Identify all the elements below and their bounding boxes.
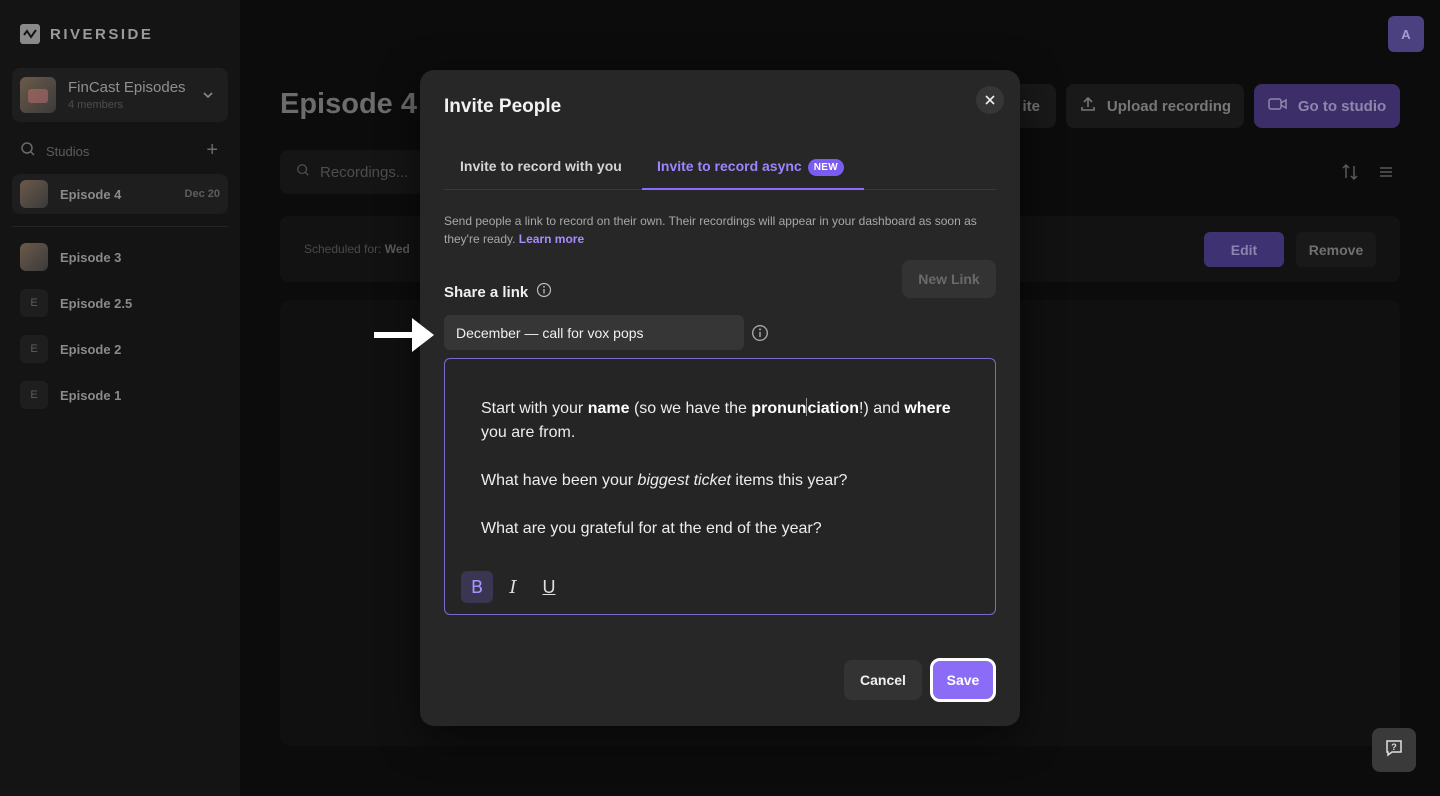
editor-text: !) and: [859, 400, 905, 417]
editor-text: Start with your: [481, 400, 588, 417]
episode-letter-avatar: E: [20, 289, 48, 317]
arrow-right-icon: [372, 312, 438, 363]
go-to-studio-label: Go to studio: [1297, 97, 1387, 115]
search-icon: [296, 163, 310, 181]
sidebar-item-label: Episode 3: [60, 249, 122, 265]
tab-label: Invite to record with you: [460, 158, 622, 174]
sidebar-item-episode-2[interactable]: E Episode 2: [12, 329, 228, 369]
info-icon[interactable]: [751, 324, 769, 347]
editor-bold-text: pronunciation: [751, 398, 859, 417]
recordings-search[interactable]: Recordings...: [280, 150, 440, 194]
scheduled-text: Scheduled for: Wed: [304, 242, 410, 256]
tab-record-async[interactable]: Invite to record async NEW: [657, 158, 844, 176]
editor-paragraph: Start with your name (so we have the pro…: [481, 397, 961, 445]
workspace-thumbnail: [20, 77, 56, 113]
riverside-logo-icon: [20, 24, 40, 44]
studios-header: Studios +: [20, 140, 220, 162]
sidebar-item-label: Episode 2.5: [60, 295, 133, 311]
editor-bold-part: pronun: [751, 400, 807, 417]
scheduled-value: Wed: [384, 242, 410, 256]
italic-button[interactable]: I: [497, 571, 529, 603]
new-badge: NEW: [807, 159, 844, 176]
workspace-switcher[interactable]: FinCast Episodes 4 members: [12, 68, 228, 122]
sidebar: RIVERSIDE FinCast Episodes 4 members Stu…: [0, 0, 240, 796]
upload-recording-button[interactable]: Upload recording: [1066, 84, 1244, 128]
search-icon[interactable]: [20, 141, 36, 162]
avatar[interactable]: A: [1388, 16, 1424, 52]
help-chat-icon: ?: [1384, 738, 1404, 763]
info-icon[interactable]: [536, 282, 552, 302]
scheduled-label: Scheduled for:: [304, 242, 382, 256]
invite-button-label: ite: [1022, 97, 1040, 115]
chevron-down-icon: [202, 88, 214, 106]
bold-button[interactable]: B: [461, 571, 493, 603]
sort-icon[interactable]: [1340, 162, 1360, 187]
active-tab-indicator: [642, 188, 864, 190]
episode-thumbnail: [20, 243, 48, 271]
message-editor[interactable]: Start with your name (so we have the pro…: [444, 358, 996, 615]
editor-paragraph: What are you grateful for at the end of …: [481, 517, 961, 541]
formatting-toolbar: B I U: [461, 571, 565, 603]
close-icon: [985, 92, 995, 108]
share-link-heading: Share a link: [444, 282, 552, 302]
learn-more-link[interactable]: Learn more: [519, 232, 584, 246]
modal-title: Invite People: [444, 96, 562, 117]
new-link-button[interactable]: New Link: [902, 260, 996, 298]
link-name-input[interactable]: December — call for vox pops: [444, 315, 744, 350]
upload-recording-label: Upload recording: [1106, 97, 1232, 115]
share-link-label: Share a link: [444, 283, 529, 301]
async-description: Send people a link to record on their ow…: [444, 212, 996, 248]
sidebar-item-episode-3[interactable]: Episode 3: [12, 237, 228, 277]
svg-text:?: ?: [1391, 742, 1397, 752]
sidebar-item-episode-4[interactable]: Episode 4 Dec 20: [12, 174, 228, 214]
list-view-icon[interactable]: [1378, 162, 1394, 187]
invite-tabs: Invite to record with you Invite to reco…: [444, 146, 996, 190]
add-studio-icon[interactable]: +: [206, 140, 218, 160]
upload-icon: [1079, 95, 1097, 117]
brand[interactable]: RIVERSIDE: [20, 24, 153, 44]
episode-letter-avatar: E: [20, 335, 48, 363]
sidebar-item-episode-2-5[interactable]: E Episode 2.5: [12, 283, 228, 323]
editor-text: What are you grateful for at the end of …: [481, 520, 822, 537]
editor-bold-part: ciation: [807, 400, 859, 417]
editor-bold-text: name: [587, 400, 630, 417]
sidebar-item-label: Episode 1: [60, 387, 122, 403]
sidebar-item-label: Episode 2: [60, 341, 122, 357]
editor-italic-text: biggest ticket: [637, 472, 731, 489]
workspace-members: 4 members: [68, 99, 124, 111]
help-chat-button[interactable]: ?: [1372, 728, 1416, 772]
go-to-studio-button[interactable]: Go to studio: [1254, 84, 1400, 128]
remove-button[interactable]: Remove: [1296, 232, 1376, 267]
episode-thumbnail: [20, 180, 48, 208]
search-placeholder: Recordings...: [320, 163, 409, 181]
workspace-title: FinCast Episodes: [68, 79, 186, 96]
tab-label: Invite to record async: [657, 158, 802, 174]
cancel-button[interactable]: Cancel: [844, 660, 922, 700]
page-title: Episode 4: [280, 88, 417, 120]
underline-button[interactable]: U: [533, 571, 565, 603]
editor-text: you are from.: [481, 424, 576, 441]
episode-letter-avatar: E: [20, 381, 48, 409]
sidebar-item-episode-1[interactable]: E Episode 1: [12, 375, 228, 415]
tab-record-with-you[interactable]: Invite to record with you: [460, 158, 622, 174]
editor-text: What have been your: [481, 472, 638, 489]
edit-button[interactable]: Edit: [1204, 232, 1284, 267]
editor-text: items this year?: [730, 472, 848, 489]
editor-bold-text: where: [904, 400, 951, 417]
editor-paragraph: What have been your biggest ticket items…: [481, 469, 961, 493]
save-button[interactable]: Save: [930, 658, 996, 702]
sidebar-item-label: Episode 4: [60, 186, 122, 202]
divider: [12, 226, 228, 227]
close-button[interactable]: [976, 86, 1004, 114]
invite-people-modal: Invite People Invite to record with you …: [420, 70, 1020, 726]
editor-content[interactable]: Start with your name (so we have the pro…: [481, 397, 961, 565]
video-camera-icon: [1268, 96, 1288, 116]
sidebar-item-date: Dec 20: [184, 188, 220, 200]
editor-text: (so we have the: [629, 400, 752, 417]
studios-label: Studios: [46, 143, 90, 159]
brand-name: RIVERSIDE: [50, 25, 154, 43]
